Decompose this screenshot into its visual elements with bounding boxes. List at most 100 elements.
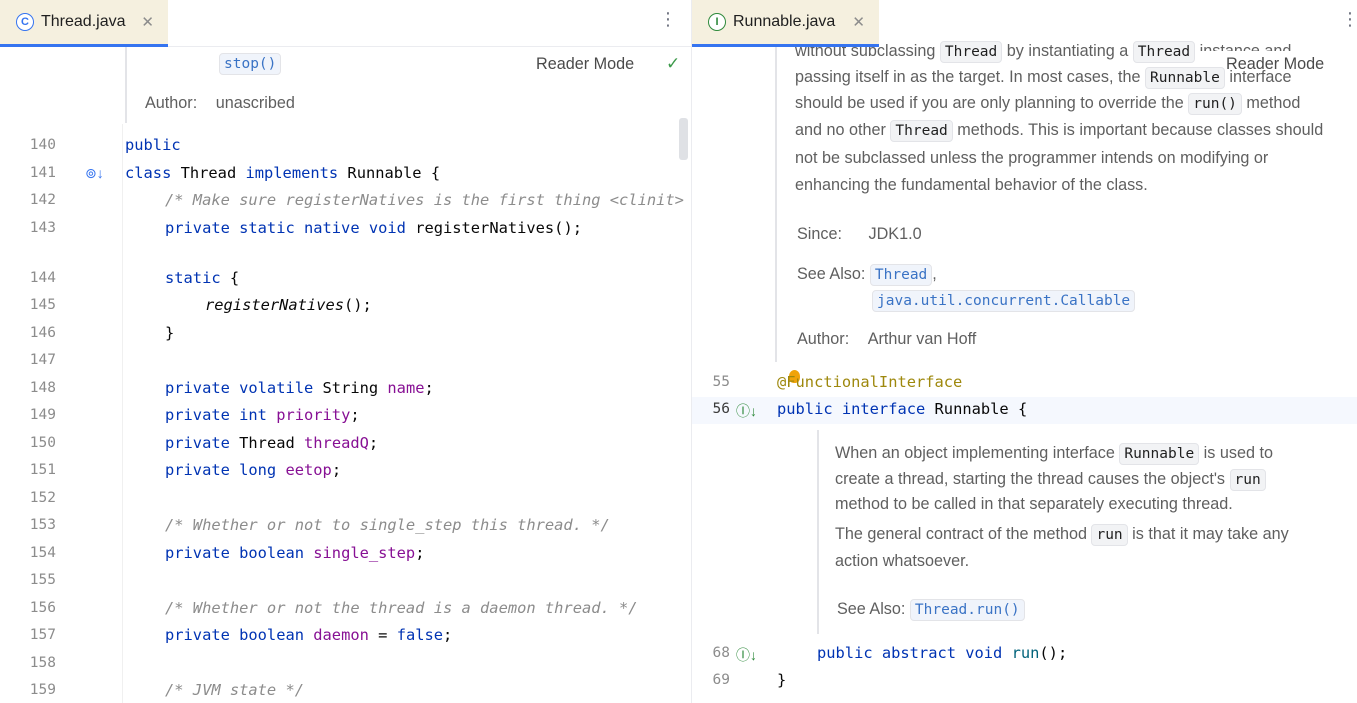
code-line-150[interactable]: private Thread threadQ;: [165, 434, 378, 452]
doc-text: The general contract of the method: [835, 525, 1092, 543]
field-name: name: [387, 379, 425, 397]
keyword: public interface: [777, 400, 926, 418]
code-line-156[interactable]: /* Whether or not the thread is a daemon…: [165, 599, 638, 617]
keyword: static: [165, 269, 221, 287]
code-line-68[interactable]: public abstract void run();: [817, 644, 1067, 662]
code-line-55[interactable]: @FunctionalInterface: [777, 373, 962, 391]
field-name: priority: [266, 406, 351, 424]
tab-runnable-java[interactable]: I Runnable.java ✕: [692, 0, 879, 47]
line-number: 141: [29, 165, 56, 181]
interface-name: Runnable: [925, 400, 1009, 418]
class-name: Thread: [171, 164, 246, 182]
doc-text: passing itself in as the target. In most…: [795, 68, 1146, 86]
code-line-143[interactable]: private static native void registerNativ…: [165, 219, 582, 237]
code-chip: Runnable: [1145, 67, 1225, 89]
see-also-list: stop(): [219, 50, 282, 76]
line-number: 145: [29, 297, 56, 313]
code-text: ;: [424, 379, 434, 397]
line-number: 156: [29, 600, 56, 616]
line-number: 68: [712, 645, 730, 661]
line-number: 152: [29, 490, 56, 506]
code-line-144[interactable]: static {: [165, 269, 239, 287]
line-number: 158: [29, 655, 56, 671]
tab-thread-java[interactable]: C Thread.java ✕: [0, 0, 168, 47]
class-icon: C: [16, 13, 34, 31]
implements-marker-icon[interactable]: ⊚↓: [85, 165, 104, 182]
line-number: 150: [29, 435, 56, 451]
line-number: 147: [29, 352, 56, 368]
author-value: unascribed: [215, 94, 295, 112]
keyword: private: [165, 434, 230, 452]
type-name: String: [313, 379, 388, 397]
code-line-154[interactable]: private boolean single_step;: [165, 544, 424, 562]
line-number: 144: [29, 270, 56, 286]
more-options-icon[interactable]: ⋮: [1341, 10, 1357, 28]
code-line-140[interactable]: public: [125, 136, 181, 154]
comment: /* JVM state */: [165, 681, 304, 699]
line-number: 55: [712, 374, 730, 390]
code-text: ;: [443, 626, 453, 644]
code-line-153[interactable]: /* Whether or not to single_step this th…: [165, 516, 610, 534]
line-number: 146: [29, 325, 56, 341]
code-line-145[interactable]: registerNatives();: [205, 296, 372, 314]
author-row: Author: unascribed: [145, 90, 295, 116]
annotation: @FunctionalInterface: [777, 373, 963, 391]
close-icon[interactable]: ✕: [141, 13, 154, 31]
author-label: Author:: [797, 330, 850, 348]
code-line-148[interactable]: private volatile String name;: [165, 379, 434, 397]
close-icon[interactable]: ✕: [852, 13, 865, 31]
gutter-separator: [122, 124, 123, 703]
implemented-marker-icon[interactable]: Ⓘ↓: [736, 645, 757, 665]
see-also-row: See Also: Thread.run(): [837, 596, 1025, 622]
doc-line: create a thread, starting the thread cau…: [835, 466, 1266, 492]
comment: /* Whether or not to single_step this th…: [165, 516, 610, 534]
code-text: =: [368, 626, 397, 644]
line-number: 153: [29, 517, 56, 533]
method-name: run: [1002, 644, 1040, 662]
code-line-149[interactable]: private int priority;: [165, 406, 360, 424]
reader-mode-button[interactable]: Reader Mode: [536, 55, 634, 74]
line-number: 151: [29, 462, 56, 478]
doc-text: by instantiating a: [1002, 42, 1133, 60]
doc-line: should be used if you are only planning …: [795, 90, 1300, 116]
right-editor-pane: without subclassing Thread by instantiat…: [692, 0, 1357, 703]
code-line-141[interactable]: class Thread implements Runnable {: [125, 164, 440, 182]
left-tab-bar: C Thread.java ✕ ⋮: [0, 0, 691, 47]
code-line-151[interactable]: private long eetop;: [165, 461, 341, 479]
code-line-69[interactable]: }: [777, 671, 786, 689]
keyword: private int: [165, 406, 267, 424]
code-line-157[interactable]: private boolean daemon = false;: [165, 626, 452, 644]
doc-comment-bar: [775, 40, 777, 362]
more-options-icon[interactable]: ⋮: [659, 10, 677, 28]
code-line-159[interactable]: /* JVM state */: [165, 681, 304, 699]
vertical-scrollbar-thumb[interactable]: [679, 118, 688, 160]
keyword: private long: [165, 461, 277, 479]
code-chip: Runnable: [1119, 443, 1200, 465]
code-line-146[interactable]: }: [165, 324, 174, 342]
code-text: ;: [331, 461, 342, 479]
code-text: ();: [1039, 644, 1068, 662]
line-number: 149: [29, 407, 56, 423]
tab-label: Thread.java: [41, 13, 126, 30]
left-editor-pane: C Thread.java ✕ ⋮ stop() Author: unascri…: [0, 0, 691, 703]
see-also-link-stop[interactable]: stop(): [219, 53, 282, 75]
keyword: false: [396, 626, 444, 644]
tab-label: Runnable.java: [733, 13, 836, 30]
see-also-link-thread-run[interactable]: Thread.run(): [909, 599, 1025, 621]
type-name: Thread: [229, 434, 305, 452]
code-line-56[interactable]: public interface Runnable {: [777, 400, 1027, 418]
doc-line: and no other Thread methods. This is imp…: [795, 117, 1323, 143]
implemented-marker-icon[interactable]: Ⓘ↓: [736, 401, 757, 421]
code-chip: Thread: [939, 41, 1003, 63]
no-problems-check-icon[interactable]: ✓: [666, 54, 680, 74]
see-also-link-callable[interactable]: java.util.concurrent.Callable: [872, 290, 1136, 312]
see-also-label: See Also:: [797, 265, 866, 283]
code-line-142[interactable]: /* Make sure registerNatives is the firs…: [165, 191, 691, 209]
code-text: {: [1008, 400, 1028, 418]
see-also-link-thread[interactable]: Thread: [869, 264, 933, 286]
code-chip: run: [1091, 524, 1128, 546]
code-text: {: [220, 269, 240, 287]
doc-line: passing itself in as the target. In most…: [795, 64, 1291, 90]
doc-text: methods. This is important because class…: [952, 121, 1324, 139]
method-call: registerNatives: [205, 296, 344, 314]
